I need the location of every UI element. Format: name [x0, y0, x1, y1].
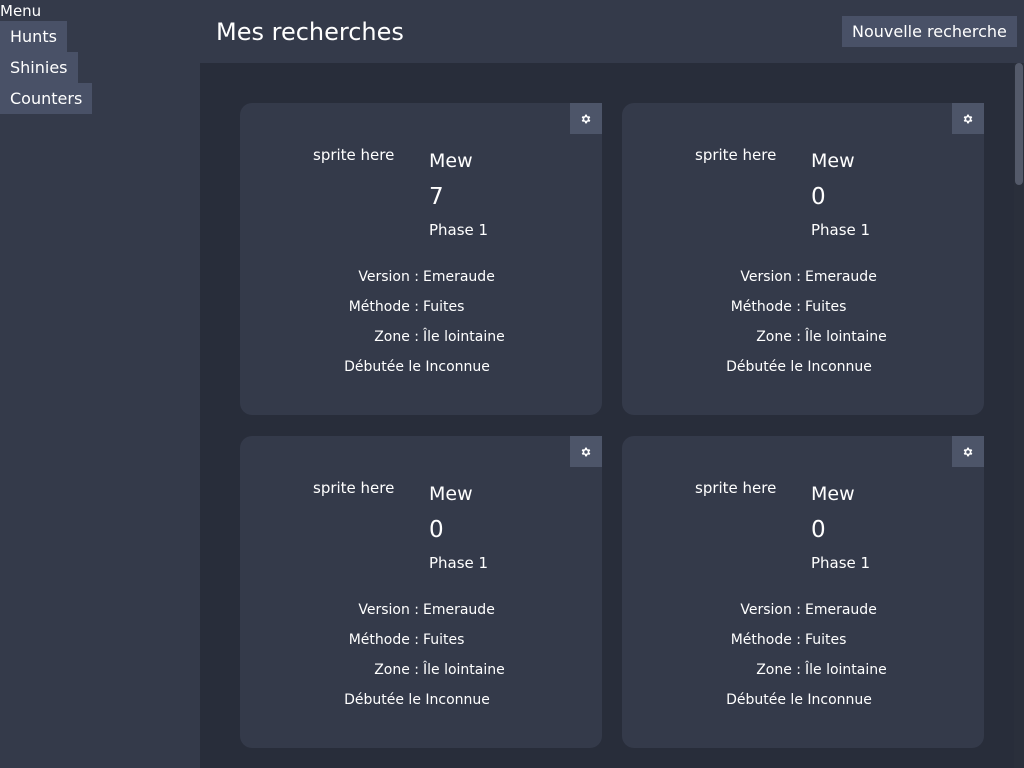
- started-date: Débutée le Inconnue: [726, 692, 872, 708]
- zone-label: Zone :: [756, 329, 801, 345]
- hunt-card: sprite here Mew 0 Phase 1 Version : Emer…: [240, 436, 602, 748]
- menu-title: Menu: [0, 2, 42, 20]
- phase-label: Phase 1: [429, 221, 489, 239]
- phase-label: Phase 1: [811, 221, 871, 239]
- card-settings-button[interactable]: [952, 436, 984, 467]
- started-date: Débutée le Inconnue: [344, 359, 490, 375]
- encounter-count: 0: [811, 517, 826, 543]
- page-title: Mes recherches: [216, 18, 404, 46]
- sprite-placeholder: sprite here: [695, 146, 777, 164]
- zone-label: Zone :: [756, 662, 801, 678]
- method-value: Fuites: [805, 299, 847, 315]
- method-label: Méthode :: [730, 632, 801, 648]
- started-date: Débutée le Inconnue: [344, 692, 490, 708]
- gear-icon: [581, 447, 591, 456]
- version-label: Version :: [358, 269, 419, 285]
- method-label: Méthode :: [730, 299, 801, 315]
- sprite-placeholder: sprite here: [313, 146, 395, 164]
- zone-value: Île lointaine: [805, 329, 887, 345]
- gear-icon: [963, 114, 973, 123]
- method-label: Méthode :: [348, 299, 419, 315]
- scrollbar-thumb[interactable]: [1015, 63, 1023, 185]
- version-label: Version :: [740, 269, 801, 285]
- sprite-placeholder: sprite here: [313, 479, 395, 497]
- phase-label: Phase 1: [811, 554, 871, 572]
- zone-label: Zone :: [374, 329, 419, 345]
- version-label: Version :: [740, 602, 801, 618]
- encounter-count: 7: [429, 184, 444, 210]
- sprite-placeholder: sprite here: [695, 479, 777, 497]
- method-label: Méthode :: [348, 632, 419, 648]
- method-value: Fuites: [423, 299, 465, 315]
- hunt-card: sprite here Mew 0 Phase 1 Version : Emer…: [622, 103, 984, 415]
- method-value: Fuites: [423, 632, 465, 648]
- method-value: Fuites: [805, 632, 847, 648]
- sidebar-item-hunts[interactable]: Hunts: [0, 21, 67, 52]
- version-label: Version :: [358, 602, 419, 618]
- started-date: Débutée le Inconnue: [726, 359, 872, 375]
- card-settings-button[interactable]: [570, 436, 602, 467]
- hunt-card: sprite here Mew 7 Phase 1 Version : Emer…: [240, 103, 602, 415]
- encounter-count: 0: [811, 184, 826, 210]
- card-settings-button[interactable]: [570, 103, 602, 134]
- zone-value: Île lointaine: [423, 662, 505, 678]
- version-value: Emeraude: [423, 269, 495, 285]
- sidebar-item-counters[interactable]: Counters: [0, 83, 93, 114]
- new-search-button[interactable]: Nouvelle recherche: [842, 16, 1017, 47]
- card-settings-button[interactable]: [952, 103, 984, 134]
- encounter-count: 0: [429, 517, 444, 543]
- pokemon-name: Mew: [811, 150, 855, 172]
- version-value: Emeraude: [805, 602, 877, 618]
- sidebar: Menu Hunts Shinies Counters: [0, 0, 200, 768]
- zone-value: Île lointaine: [423, 329, 505, 345]
- pokemon-name: Mew: [429, 150, 473, 172]
- zone-value: Île lointaine: [805, 662, 887, 678]
- gear-icon: [963, 447, 973, 456]
- zone-label: Zone :: [374, 662, 419, 678]
- hunts-panel: sprite here Mew 7 Phase 1 Version : Emer…: [200, 63, 1014, 768]
- phase-label: Phase 1: [429, 554, 489, 572]
- gear-icon: [581, 114, 591, 123]
- version-value: Emeraude: [423, 602, 495, 618]
- pokemon-name: Mew: [811, 483, 855, 505]
- main-scrollbar[interactable]: [1014, 63, 1024, 768]
- pokemon-name: Mew: [429, 483, 473, 505]
- sidebar-item-shinies[interactable]: Shinies: [0, 52, 78, 83]
- version-value: Emeraude: [805, 269, 877, 285]
- hunt-card: sprite here Mew 0 Phase 1 Version : Emer…: [622, 436, 984, 748]
